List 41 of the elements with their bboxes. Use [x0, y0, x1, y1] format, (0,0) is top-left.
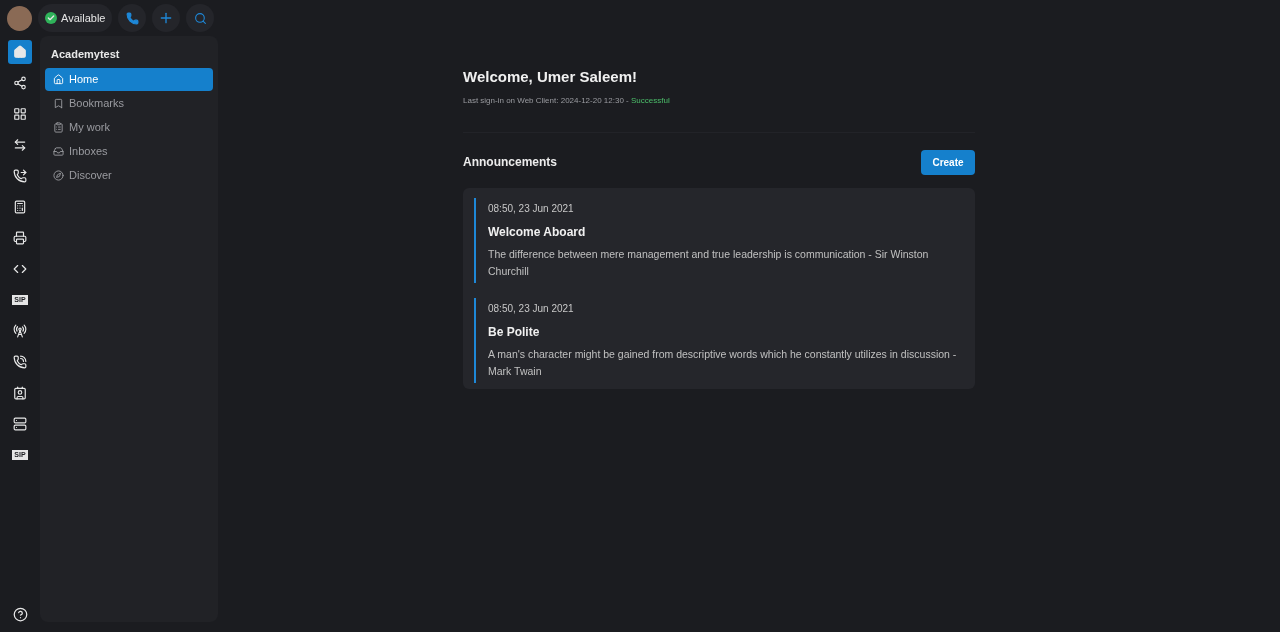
phone-icon	[13, 169, 27, 183]
nav-item[interactable]: Inboxes	[45, 139, 213, 163]
antenna-icon	[13, 324, 27, 338]
list-icon	[53, 121, 64, 133]
create-button[interactable]: Create	[921, 149, 975, 175]
last-sign-in-text: Last sign-in on Web Client: 2024-12-20 12:30 - Successful	[463, 94, 671, 107]
code-icon	[13, 262, 27, 276]
welcome-title: Welcome, Umer Saleem!	[463, 67, 638, 87]
arrows-icon	[13, 138, 27, 152]
nodes-icon	[13, 76, 27, 90]
announcement-time: 08:50, 23 Jun 2021	[488, 301, 575, 316]
bookmark-icon	[53, 97, 64, 109]
home-icon	[53, 73, 64, 85]
phone-icon	[125, 11, 139, 25]
inbox-icon	[53, 145, 64, 157]
status-button[interactable]: Available	[38, 4, 113, 32]
nav-item[interactable]: Bookmarks	[45, 91, 213, 115]
home-icon	[13, 45, 27, 59]
dashboard-icon	[13, 107, 27, 121]
telephone-icon	[13, 355, 27, 369]
search-icon	[193, 11, 207, 25]
help-icon[interactable]	[12, 607, 28, 622]
contact-icon	[13, 386, 27, 400]
nav-item[interactable]: Discover	[45, 163, 213, 187]
sidebar-title: Academytest	[50, 47, 121, 62]
avatar[interactable]	[7, 5, 32, 31]
announcement-body: A man's character might be gained from descriptive words which he constantly utilizes in discussion - Mark Twain	[488, 346, 958, 379]
announcement-body: The difference between mere management and true leadership is communication - Sir Winston Churchill	[488, 246, 930, 279]
announcements-title: Announcements	[463, 154, 557, 171]
announcement-title: Welcome Aboard	[488, 223, 587, 241]
nav-item[interactable]: My work	[45, 115, 213, 139]
add-button[interactable]	[152, 4, 181, 32]
announcement-title: Be Polite	[488, 323, 541, 341]
nav-item[interactable]: Home	[45, 67, 213, 91]
server-icon	[13, 417, 27, 431]
compass-icon	[53, 169, 64, 181]
search-button[interactable]	[186, 4, 215, 32]
calculator-icon	[13, 200, 27, 214]
announcement-time: 08:50, 23 Jun 2021	[488, 201, 575, 216]
printer-icon	[13, 231, 27, 245]
phone-button[interactable]	[118, 4, 147, 32]
